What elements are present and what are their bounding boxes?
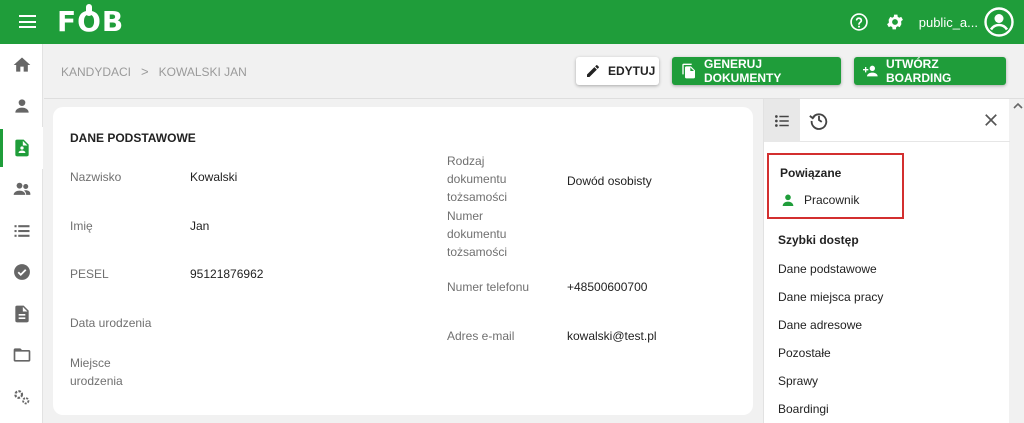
person-icon bbox=[14, 99, 29, 113]
quick-link-address[interactable]: Dane adresowe bbox=[778, 318, 862, 332]
quick-link-basic-data[interactable]: Dane podstawowe bbox=[778, 262, 877, 276]
field-label-phone: Numer telefonu bbox=[447, 280, 530, 294]
create-boarding-button[interactable]: UTWÓRZ BOARDING bbox=[854, 57, 1006, 85]
create-boarding-label: UTWÓRZ BOARDING bbox=[886, 57, 952, 85]
home-icon bbox=[13, 57, 30, 72]
quick-link-workplace[interactable]: Dane miejsca pracy bbox=[778, 290, 883, 304]
close-icon[interactable] bbox=[982, 111, 1000, 129]
field-value-phone: +48500600700 bbox=[567, 280, 648, 294]
person-add-icon bbox=[863, 63, 879, 79]
avatar[interactable] bbox=[984, 7, 1014, 37]
generate-documents-button[interactable]: GENERUJ DOKUMENTY bbox=[672, 57, 841, 85]
sidebar-item-list[interactable] bbox=[0, 210, 43, 252]
sidebar-item-tasks[interactable] bbox=[0, 252, 43, 294]
tab-history[interactable] bbox=[808, 109, 830, 131]
field-label-first-name: Imię bbox=[70, 219, 93, 233]
top-bar: FOB public_a... bbox=[0, 0, 1024, 44]
sidebar-item-home[interactable] bbox=[0, 44, 43, 86]
scroll-up-arrow[interactable] bbox=[1011, 99, 1024, 113]
field-label-birth-date: Data urodzenia bbox=[70, 316, 152, 330]
breadcrumb-candidates[interactable]: KANDYDACI bbox=[61, 65, 131, 79]
side-panel: Powiązane Pracownik Szybki dostęp Dane p… bbox=[763, 99, 1010, 423]
candidate-doc-icon bbox=[14, 139, 29, 157]
sidebar-item-folders[interactable] bbox=[0, 335, 43, 377]
field-label-email: Adres e-mail bbox=[447, 329, 515, 343]
quick-link-cases[interactable]: Sprawy bbox=[778, 374, 818, 388]
app-logo[interactable]: FOB bbox=[57, 4, 124, 37]
related-item-employee[interactable]: Pracownik bbox=[780, 192, 859, 208]
quick-link-boardings[interactable]: Boardingi bbox=[778, 402, 829, 416]
field-label-id-type: Rodzaj dokumentu tożsamości bbox=[447, 154, 508, 204]
edit-button-label: EDYTUJ bbox=[608, 64, 656, 78]
person-icon bbox=[782, 194, 794, 206]
section-title: DANE PODSTAWOWE bbox=[70, 131, 196, 145]
menu-icon[interactable] bbox=[19, 15, 36, 28]
quick-access-title: Szybki dostęp bbox=[778, 233, 859, 247]
field-value-id-type: Dowód osobisty bbox=[567, 174, 652, 188]
list-bulleted-icon bbox=[775, 114, 789, 127]
document-icon bbox=[14, 305, 29, 323]
related-title: Powiązane bbox=[780, 166, 842, 180]
top-actions: public_a... bbox=[847, 6, 1014, 38]
help-icon[interactable] bbox=[847, 10, 871, 34]
folder-open-icon bbox=[13, 348, 30, 362]
field-value-surname: Kowalski bbox=[190, 170, 238, 184]
field-value-pesel: 95121876962 bbox=[190, 267, 264, 281]
tab-quick-access[interactable] bbox=[764, 99, 800, 142]
check-circle-icon bbox=[13, 264, 30, 281]
file-copy-icon bbox=[681, 63, 697, 79]
generate-documents-label: GENERUJ DOKUMENTY bbox=[704, 57, 782, 85]
settings-icon bbox=[13, 389, 29, 405]
history-icon bbox=[809, 113, 828, 130]
pencil-icon bbox=[585, 63, 601, 79]
breadcrumb: KANDYDACI > KOWALSKI JAN bbox=[61, 64, 247, 79]
gear-icon[interactable] bbox=[883, 10, 907, 34]
edit-button[interactable]: EDYTUJ bbox=[576, 57, 659, 85]
sidebar-item-candidates[interactable] bbox=[0, 127, 43, 169]
username[interactable]: public_a... bbox=[919, 15, 978, 30]
sidebar-item-person[interactable] bbox=[0, 86, 43, 128]
related-item-label: Pracownik bbox=[804, 193, 860, 207]
breadcrumb-current: KOWALSKI JAN bbox=[158, 64, 247, 79]
field-value-first-name: Jan bbox=[190, 219, 210, 233]
related-section: Powiązane Pracownik bbox=[767, 153, 904, 219]
sidebar-item-settings[interactable] bbox=[0, 376, 43, 418]
field-label-birth-place: Miejsce urodzenia bbox=[70, 356, 123, 388]
sidebar bbox=[0, 44, 43, 423]
field-value-email: kowalski@test.pl bbox=[567, 329, 657, 343]
field-label-surname: Nazwisko bbox=[70, 170, 122, 184]
field-label-id-number: Numer dokumentu tożsamości bbox=[447, 209, 508, 259]
sidebar-item-documents[interactable] bbox=[0, 293, 43, 335]
people-icon bbox=[13, 183, 30, 196]
quick-link-other[interactable]: Pozostałe bbox=[778, 346, 831, 360]
sidebar-item-people[interactable] bbox=[0, 169, 43, 211]
list-icon bbox=[14, 224, 29, 237]
basic-data-card: DANE PODSTAWOWE Nazwisko Kowalski Imię J… bbox=[53, 107, 753, 415]
breadcrumb-separator: > bbox=[141, 64, 149, 79]
side-panel-tabs bbox=[764, 99, 1010, 142]
field-label-pesel: PESEL bbox=[70, 267, 109, 281]
